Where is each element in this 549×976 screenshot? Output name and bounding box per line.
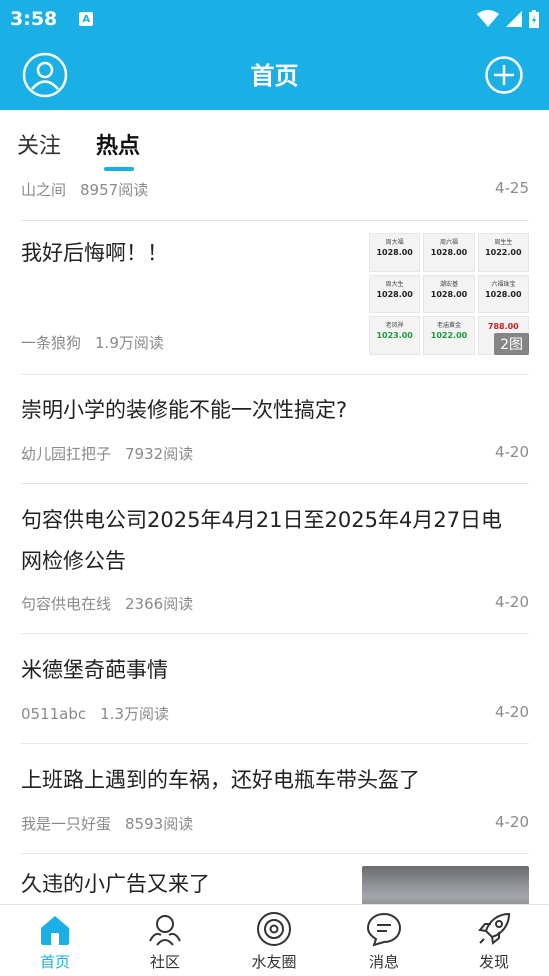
item-date: 4-20	[494, 443, 529, 461]
item-thumbnail	[362, 866, 529, 904]
item-title: 上班路上遇到的车祸，还好电瓶车带头盔了	[21, 768, 420, 792]
item-title: 米德堡奇葩事情	[21, 658, 168, 682]
price-cell: 周大生 1028.00	[369, 274, 421, 314]
message-icon	[366, 912, 402, 947]
status-icons	[477, 10, 539, 28]
item-date: 4-20	[494, 813, 529, 831]
item-reads: 1.3万阅读	[100, 705, 169, 723]
item-reads: 1.9万阅读	[95, 334, 164, 352]
item-meta: 一条狼狗 1.9万阅读	[21, 332, 164, 353]
wifi-icon	[477, 10, 499, 27]
price-cell: 周生生 1022.00	[477, 233, 529, 272]
rocket-icon	[478, 912, 511, 945]
nav-label: 水友圈	[251, 953, 297, 971]
item-author: 幼儿园扛把子	[21, 445, 112, 463]
item-author: 一条狼狗	[21, 334, 82, 352]
price-cell: 周六福 1028.00	[423, 233, 475, 272]
item-reads: 8957阅读	[80, 181, 149, 199]
list-item[interactable]: 山之间 8957阅读 4-25	[21, 174, 529, 221]
item-reads: 2366阅读	[125, 595, 194, 613]
price-cell: 老庙黄金 1022.00	[423, 316, 475, 355]
app-header: 首页	[0, 38, 549, 110]
list-item[interactable]: 久违的小广告又来了	[21, 854, 529, 904]
image-count-badge: 2图	[494, 333, 529, 355]
bottom-nav: 首页 社区 水友圈 消息 发现	[0, 904, 549, 976]
item-thumbnail: 周大福 1028.00 周六福 1028.00 周生生 1022.00 周大生 1028…	[369, 233, 529, 355]
item-title: 我好后悔啊！！	[21, 241, 168, 265]
item-title: 崇明小学的装修能不能一次性搞定?	[21, 398, 348, 422]
list-item[interactable]: 上班路上遇到的车祸，还好电瓶车带头盔了 我是一只好蛋 8593阅读 4-20	[21, 744, 529, 854]
item-date: 4-20	[494, 703, 529, 721]
nav-label: 首页	[39, 953, 70, 971]
nav-messages[interactable]: 消息	[339, 905, 429, 976]
price-cell: 六福珠宝 1028.00	[477, 274, 529, 314]
item-author: 我是一只好蛋	[21, 815, 112, 833]
signal-icon	[506, 11, 522, 27]
item-meta: 句容供电在线 2366阅读	[21, 593, 193, 614]
battery-icon	[529, 10, 539, 28]
item-title: 句容供电公司2025年4月21日至2025年4月27日电网检修公告	[21, 508, 503, 573]
item-meta: 幼儿园扛把子 7932阅读	[21, 443, 193, 464]
status-time: 3:58	[10, 8, 58, 30]
notification-a-icon: A	[79, 12, 94, 26]
item-date: 4-25	[494, 179, 529, 197]
nav-home[interactable]: 首页	[10, 905, 100, 976]
tab-hot[interactable]: 热点	[96, 128, 140, 160]
item-date: 4-20	[494, 593, 529, 611]
item-title: 久违的小广告又来了	[21, 872, 210, 896]
item-author: 句容供电在线	[21, 595, 112, 613]
item-meta: 我是一只好蛋 8593阅读	[21, 813, 193, 834]
nav-label: 发现	[478, 953, 509, 971]
tab-follow[interactable]: 关注	[17, 128, 61, 160]
item-author: 山之间	[21, 181, 67, 199]
add-circle-icon	[485, 56, 523, 94]
home-icon	[41, 916, 69, 945]
nav-label: 社区	[149, 953, 180, 971]
item-reads: 7932阅读	[125, 445, 194, 463]
item-meta: 0511abc 1.3万阅读	[21, 703, 169, 724]
circle-icon	[257, 912, 291, 946]
add-button[interactable]	[481, 52, 527, 98]
price-cell: 潮宏基 1028.00	[423, 274, 475, 314]
feed-list: 山之间 8957阅读 4-25 我好后悔啊！！ 一条狼狗 1.9万阅读 周大福 102…	[0, 174, 549, 904]
nav-discover[interactable]: 发现	[449, 905, 539, 976]
list-item[interactable]: 我好后悔啊！！ 一条狼狗 1.9万阅读 周大福 1028.00 周六福 1028.00…	[21, 221, 529, 375]
item-meta: 山之间 8957阅读	[21, 179, 148, 200]
nav-community[interactable]: 社区	[120, 905, 210, 976]
nav-circle[interactable]: 水友圈	[229, 905, 319, 976]
page-title: 首页	[250, 62, 299, 90]
list-item[interactable]: 句容供电公司2025年4月21日至2025年4月27日电网检修公告 句容供电在线…	[21, 484, 529, 634]
price-cell: 周大福 1028.00	[369, 233, 421, 272]
item-reads: 8593阅读	[125, 815, 194, 833]
list-item[interactable]: 崇明小学的装修能不能一次性搞定? 幼儿园扛把子 7932阅读 4-20	[21, 375, 529, 484]
price-cell: 老凤祥 1023.00	[369, 316, 421, 355]
status-bar: 3:58 A	[0, 0, 549, 38]
item-author: 0511abc	[21, 705, 87, 723]
list-item[interactable]: 米德堡奇葩事情 0511abc 1.3万阅读 4-20	[21, 634, 529, 744]
nav-label: 消息	[368, 953, 399, 971]
feed-tabs: 关注 热点	[0, 110, 549, 174]
active-tab-indicator	[104, 167, 134, 171]
community-icon	[149, 915, 181, 946]
